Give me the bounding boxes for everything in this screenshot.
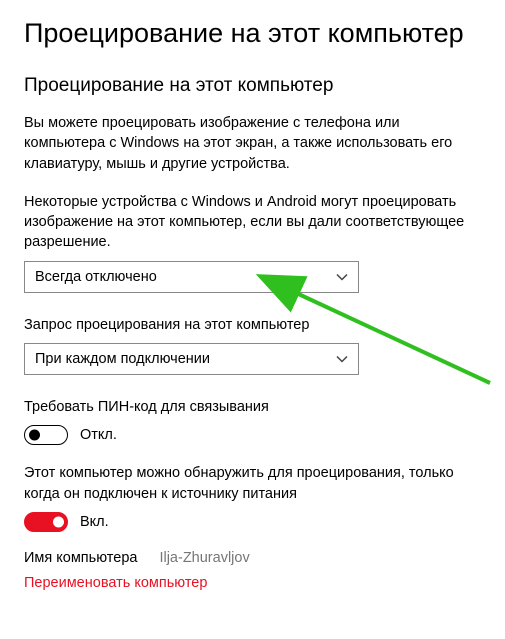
toggle-knob [53,516,64,527]
rename-computer-link[interactable]: Переименовать компьютер [24,575,207,591]
discover-label: Этот компьютер можно обнаружить для прое… [24,463,481,504]
chevron-down-icon [336,353,348,365]
permission-dropdown-value: Всегда отключено [35,269,157,285]
pin-toggle[interactable] [24,425,68,445]
request-dropdown[interactable]: При каждом подключении [24,343,359,375]
request-dropdown-value: При каждом подключении [35,351,210,367]
pin-label: Требовать ПИН-код для связывания [24,397,481,417]
request-label: Запрос проецирования на этот компьютер [24,315,481,335]
toggle-knob [29,430,40,441]
permission-dropdown[interactable]: Всегда отключено [24,261,359,293]
permission-label: Некоторые устройства с Windows и Android… [24,192,481,253]
section-title: Проецирование на этот компьютер [24,75,481,97]
discover-toggle-state: Вкл. [80,514,109,530]
intro-description: Вы можете проецировать изображение с тел… [24,113,481,174]
computer-name-value: Ilja-Zhuravljov [159,550,249,566]
discover-toggle[interactable] [24,512,68,532]
page-title: Проецирование на этот компьютер [24,18,481,49]
chevron-down-icon [336,271,348,283]
pin-toggle-state: Откл. [80,427,117,443]
computer-name-label: Имя компьютера [24,550,137,566]
